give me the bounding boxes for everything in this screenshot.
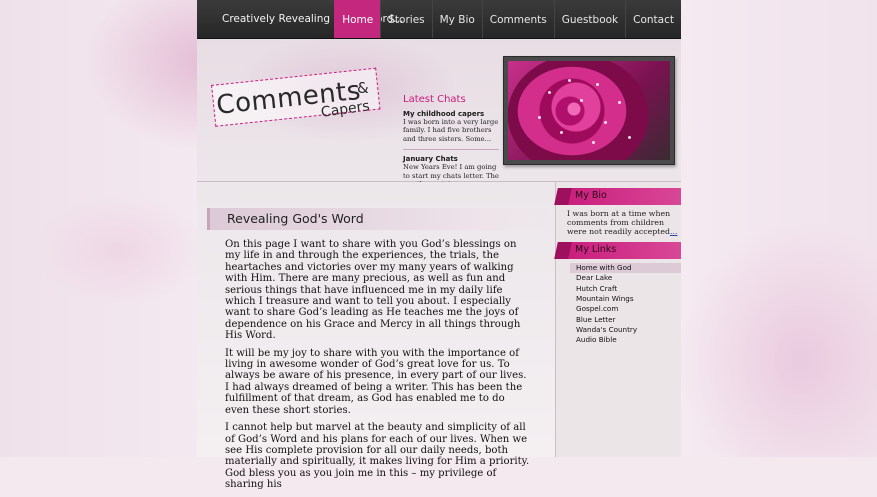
link-blue-letter[interactable]: Blue Letter <box>570 315 681 325</box>
logo-ampersand: & <box>357 79 369 97</box>
link-wandas-country[interactable]: Wanda's Country <box>570 325 681 335</box>
nav-item-contact[interactable]: Contact <box>625 0 681 38</box>
site-header: Comments & Capers Latest Chats My childh… <box>197 39 681 188</box>
post-header: Revealing God's Word <box>207 208 556 230</box>
post-paragraph: On this page I want to share with you Go… <box>225 239 521 342</box>
chat-divider <box>403 149 499 151</box>
main-nav: Home Stories My Bio Comments Guestbook C… <box>334 0 681 38</box>
bio-more-link[interactable]: ... <box>670 227 677 236</box>
link-dear-lake[interactable]: Dear Lake <box>570 273 681 283</box>
nav-item-stories[interactable]: Stories <box>380 0 431 38</box>
bio-text: I was born at a time when comments from … <box>567 209 679 237</box>
chat-excerpt-childhood: I was born into a very large family. I h… <box>403 118 499 143</box>
nav-item-my-bio[interactable]: My Bio <box>431 0 482 38</box>
post-title: Revealing God's Word <box>227 211 364 226</box>
links-heading-bar: My Links <box>554 242 681 259</box>
top-navigation-bar: Creatively Revealing God's Word... Home … <box>197 0 681 39</box>
main-content: Revealing God's Word On this page I want… <box>197 182 556 490</box>
heading-tab <box>554 242 572 259</box>
post-paragraph: It will be my joy to share with you with… <box>225 347 527 416</box>
latest-chats-heading: Latest Chats <box>403 94 466 105</box>
rose-photo <box>508 61 670 160</box>
nav-item-comments[interactable]: Comments <box>481 0 554 38</box>
sidebar: My Bio I was born at a time when comment… <box>554 182 681 457</box>
links-list: Home with God Dear Lake Hutch Craft Moun… <box>570 263 681 346</box>
rose-photo-frame <box>503 56 675 165</box>
chat-title-childhood[interactable]: My childhood capers <box>403 110 499 118</box>
link-gospel-com[interactable]: Gospel.com <box>570 304 681 314</box>
bio-heading: My Bio <box>575 190 607 201</box>
nav-item-home[interactable]: Home <box>334 0 381 38</box>
page-container: Creatively Revealing God's Word... Home … <box>197 0 681 490</box>
link-mountain-wings[interactable]: Mountain Wings <box>570 294 681 304</box>
latest-chats: Latest Chats My childhood capers I was b… <box>403 94 499 188</box>
post-body: On this page I want to share with you Go… <box>225 239 530 497</box>
bio-heading-bar: My Bio <box>554 188 681 205</box>
links-heading: My Links <box>575 244 617 255</box>
nav-item-guestbook[interactable]: Guestbook <box>553 0 625 38</box>
post-paragraph: I cannot help but marvel at the beauty a… <box>225 422 530 491</box>
link-audio-bible[interactable]: Audio Bible <box>570 335 681 345</box>
chat-title-january[interactable]: January Chats <box>403 155 499 163</box>
link-home-with-god[interactable]: Home with God <box>570 263 681 274</box>
bio-excerpt: I was born at a time when comments from … <box>567 209 671 237</box>
heading-tab <box>554 188 572 205</box>
link-hutch-craft[interactable]: Hutch Craft <box>570 284 681 294</box>
